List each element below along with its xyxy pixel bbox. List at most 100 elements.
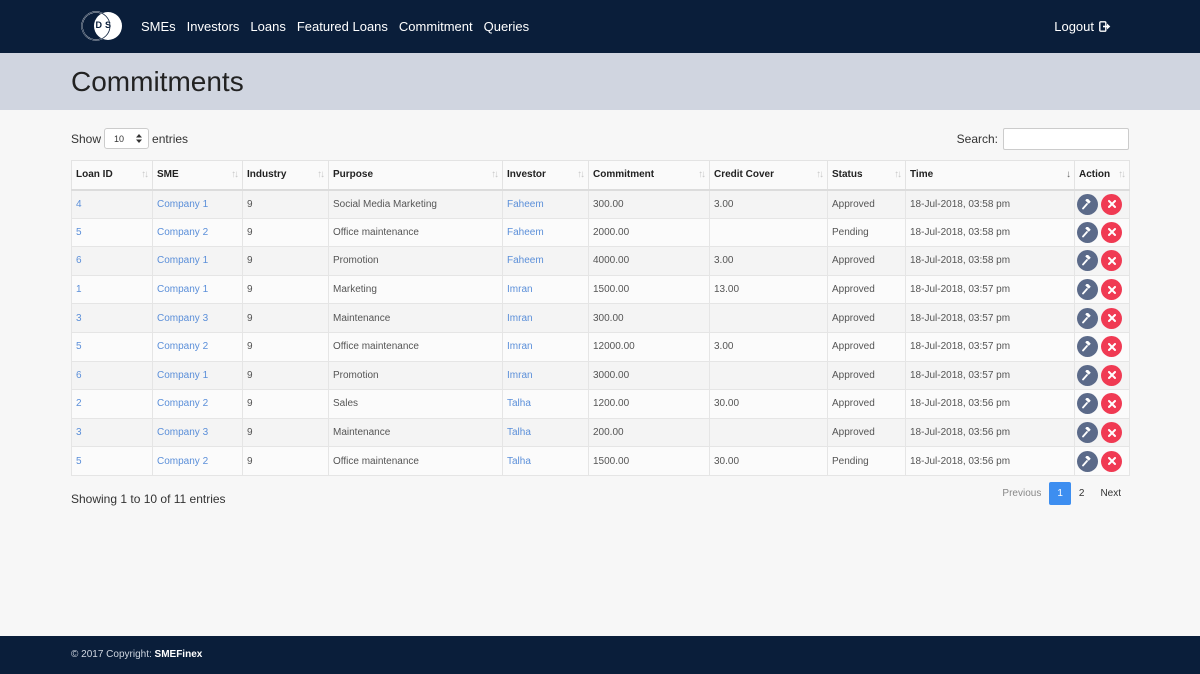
nav-link-smes[interactable]: SMEs <box>141 19 176 34</box>
table-row: 3 Company 3 9 Maintenance Imran 300.00 Approve… <box>71 303 1130 333</box>
cell-loan-id[interactable]: 3 <box>71 303 153 333</box>
approve-button[interactable] <box>1077 422 1098 444</box>
column-header-label: Loan ID <box>76 169 113 181</box>
cell-loan-id[interactable]: 3 <box>71 417 153 448</box>
pagination-page-2[interactable]: 2 <box>1071 482 1093 505</box>
cell-loan-id[interactable]: 5 <box>71 217 153 248</box>
cell-loan-id[interactable]: 6 <box>71 246 153 276</box>
nav-link-investors[interactable]: Investors <box>187 19 240 34</box>
cell-sme[interactable]: Company 2 <box>152 389 243 419</box>
nav-link-queries[interactable]: Queries <box>484 19 530 34</box>
cell-investor[interactable]: Talha <box>502 389 589 419</box>
cell-sme[interactable]: Company 2 <box>152 217 243 248</box>
cell-purpose: Office maintenance <box>328 446 503 476</box>
cell-loan-id[interactable]: 5 <box>71 446 153 476</box>
cell-purpose: Office maintenance <box>328 217 503 248</box>
cell-loan-id[interactable]: 2 <box>71 389 153 419</box>
cell-status: Approved <box>827 189 906 219</box>
reject-button[interactable] <box>1101 307 1122 329</box>
cell-investor[interactable]: Imran <box>502 303 589 333</box>
pagination-next[interactable]: Next <box>1092 482 1129 505</box>
cell-time: 18-Jul-2018, 03:57 pm <box>905 360 1075 391</box>
column-header-investor[interactable]: Investor ↑↓ <box>502 160 589 191</box>
logo[interactable]: WDS <box>80 10 124 42</box>
reject-button[interactable] <box>1101 193 1122 215</box>
cell-sme[interactable]: Company 2 <box>152 331 243 362</box>
column-header-sme[interactable]: SME ↑↓ <box>152 160 243 191</box>
approve-button[interactable] <box>1077 450 1098 472</box>
column-header-status[interactable]: Status ↑↓ <box>827 160 906 191</box>
cell-sme[interactable]: Company 2 <box>152 446 243 476</box>
cell-investor[interactable]: Imran <box>502 360 589 391</box>
footer-brand: SMEFinex <box>154 649 203 660</box>
column-header-label: Commitment <box>593 169 655 181</box>
show-label: Show <box>71 131 102 146</box>
reject-button[interactable] <box>1101 450 1122 472</box>
cell-sme[interactable]: Company 1 <box>152 189 243 219</box>
cell-credit-cover: 30.00 <box>709 389 828 419</box>
cell-purpose: Social Media Marketing <box>328 189 503 219</box>
cell-investor[interactable]: Faheem <box>502 189 589 219</box>
cell-loan-id[interactable]: 4 <box>71 189 153 219</box>
approve-button[interactable] <box>1077 221 1098 243</box>
cell-loan-id[interactable]: 6 <box>71 360 153 391</box>
cell-sme[interactable]: Company 1 <box>152 360 243 391</box>
cell-industry: 9 <box>242 189 329 219</box>
approve-button[interactable] <box>1077 250 1098 272</box>
approve-button[interactable] <box>1077 336 1098 358</box>
cell-action <box>1074 303 1130 333</box>
nav-link-loans[interactable]: Loans <box>250 19 285 34</box>
cell-credit-cover <box>709 417 828 448</box>
pagination-previous[interactable]: Previous <box>994 482 1049 505</box>
cell-commitment: 300.00 <box>588 189 710 219</box>
cell-action <box>1074 331 1130 362</box>
approve-button[interactable] <box>1077 307 1098 329</box>
reject-button[interactable] <box>1101 364 1122 386</box>
cell-loan-id[interactable]: 5 <box>71 331 153 362</box>
approve-button[interactable] <box>1077 193 1098 215</box>
column-header-credit-cover[interactable]: Credit Cover ↑↓ <box>709 160 828 191</box>
column-header-time[interactable]: Time ↓ <box>905 160 1075 191</box>
cell-sme[interactable]: Company 1 <box>152 246 243 276</box>
logout-button[interactable]: Logout <box>1054 19 1111 34</box>
cell-time: 18-Jul-2018, 03:56 pm <box>905 389 1075 419</box>
column-header-label: Action <box>1079 169 1111 181</box>
column-header-industry[interactable]: Industry ↑↓ <box>242 160 329 191</box>
approve-button[interactable] <box>1077 393 1098 415</box>
column-header-action[interactable]: Action ↑↓ <box>1074 160 1130 191</box>
reject-button[interactable] <box>1101 221 1122 243</box>
column-header-commitment[interactable]: Commitment ↑↓ <box>588 160 710 191</box>
entries-select[interactable]: 10 <box>104 128 150 149</box>
cell-loan-id[interactable]: 1 <box>71 274 153 305</box>
reject-button[interactable] <box>1101 279 1122 301</box>
cell-sme[interactable]: Company 3 <box>152 303 243 333</box>
cell-investor[interactable]: Imran <box>502 274 589 305</box>
table-info: Showing 1 to 10 of 11 entries <box>71 492 226 506</box>
cell-industry: 9 <box>242 274 329 305</box>
reject-button[interactable] <box>1101 336 1122 358</box>
cell-investor[interactable]: Faheem <box>502 246 589 276</box>
nav-link-commitment[interactable]: Commitment <box>399 19 473 34</box>
cell-sme[interactable]: Company 3 <box>152 417 243 448</box>
cell-investor[interactable]: Imran <box>502 331 589 362</box>
gavel-icon <box>1082 427 1091 438</box>
table-row: 1 Company 1 9 Marketing Imran 1500.00 13.00 App… <box>71 274 1130 305</box>
reject-button[interactable] <box>1101 422 1122 444</box>
approve-button[interactable] <box>1077 364 1098 386</box>
column-header-purpose[interactable]: Purpose ↑↓ <box>328 160 503 191</box>
cell-investor[interactable]: Talha <box>502 417 589 448</box>
approve-button[interactable] <box>1077 279 1098 301</box>
gavel-icon <box>1082 455 1091 467</box>
close-icon <box>1107 399 1116 408</box>
cell-investor[interactable]: Talha <box>502 446 589 476</box>
pagination-page-1[interactable]: 1 <box>1049 482 1071 505</box>
table-row: 5 Company 2 9 Office maintenance Talha 1500.0… <box>71 446 1130 476</box>
cell-sme[interactable]: Company 1 <box>152 274 243 305</box>
column-header-loan-id[interactable]: Loan ID ↑↓ <box>71 160 153 191</box>
search-input[interactable] <box>1003 128 1129 150</box>
reject-button[interactable] <box>1101 393 1122 415</box>
cell-action <box>1074 217 1130 248</box>
cell-investor[interactable]: Faheem <box>502 217 589 248</box>
reject-button[interactable] <box>1101 250 1122 272</box>
nav-link-featured-loans[interactable]: Featured Loans <box>297 19 388 34</box>
